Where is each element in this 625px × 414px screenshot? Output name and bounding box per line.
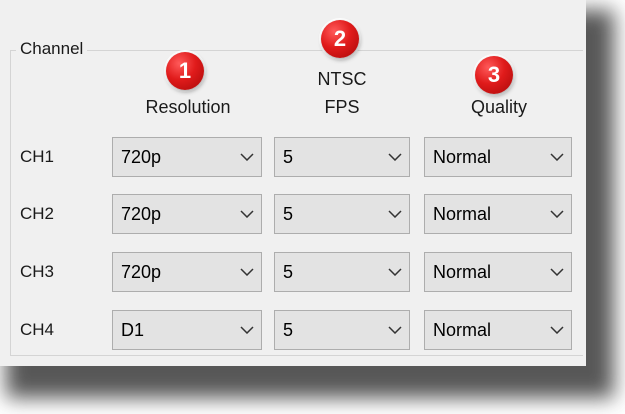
- select-value: 720p: [121, 203, 162, 224]
- channel-label-ch4: CH4: [20, 320, 55, 339]
- ch1-resolution-select[interactable]: 720p: [112, 137, 262, 177]
- chevron-down-icon: [543, 252, 571, 292]
- select-value: 5: [283, 261, 294, 282]
- chevron-down-icon: [543, 137, 571, 177]
- ch1-fps-select[interactable]: 5: [274, 137, 410, 177]
- fps-header-line2: FPS: [324, 97, 360, 117]
- chevron-down-icon: [543, 194, 571, 234]
- chevron-down-icon: [381, 137, 409, 177]
- ch4-resolution-select[interactable]: D1: [112, 310, 262, 350]
- chevron-down-icon: [381, 310, 409, 350]
- ch3-quality-select[interactable]: Normal: [424, 252, 572, 292]
- callout-badge-2: 2: [321, 20, 359, 58]
- resolution-header: Resolution: [145, 97, 231, 117]
- ch4-fps-select[interactable]: 5: [274, 310, 410, 350]
- select-value: Normal: [433, 319, 492, 340]
- ch4-quality-select[interactable]: Normal: [424, 310, 572, 350]
- ch2-fps-select[interactable]: 5: [274, 194, 410, 234]
- quality-header: Quality: [470, 97, 528, 117]
- chevron-down-icon: [233, 252, 261, 292]
- ch3-resolution-select[interactable]: 720p: [112, 252, 262, 292]
- fps-header-line1: NTSC: [317, 69, 367, 89]
- select-value: 5: [283, 319, 294, 340]
- channel-label-ch3: CH3: [20, 262, 55, 281]
- select-value: Normal: [433, 146, 492, 167]
- chevron-down-icon: [233, 310, 261, 350]
- channel-settings-panel: Channel Resolution NTSC FPS Quality 1 2 …: [0, 0, 586, 366]
- ch3-fps-select[interactable]: 5: [274, 252, 410, 292]
- chevron-down-icon: [543, 310, 571, 350]
- group-title: Channel: [16, 39, 88, 59]
- select-value: Normal: [433, 261, 492, 282]
- channel-label-ch1: CH1: [20, 147, 55, 166]
- select-value: 5: [283, 203, 294, 224]
- callout-badge-1: 1: [166, 52, 204, 90]
- ch2-quality-select[interactable]: Normal: [424, 194, 572, 234]
- callout-badge-3: 3: [475, 56, 513, 94]
- channel-label-ch2: CH2: [20, 204, 55, 223]
- chevron-down-icon: [233, 194, 261, 234]
- select-value: D1: [121, 319, 145, 340]
- select-value: 720p: [121, 146, 162, 167]
- select-value: 720p: [121, 261, 162, 282]
- ch2-resolution-select[interactable]: 720p: [112, 194, 262, 234]
- chevron-down-icon: [233, 137, 261, 177]
- select-value: 5: [283, 146, 294, 167]
- ch1-quality-select[interactable]: Normal: [424, 137, 572, 177]
- chevron-down-icon: [381, 194, 409, 234]
- select-value: Normal: [433, 203, 492, 224]
- chevron-down-icon: [381, 252, 409, 292]
